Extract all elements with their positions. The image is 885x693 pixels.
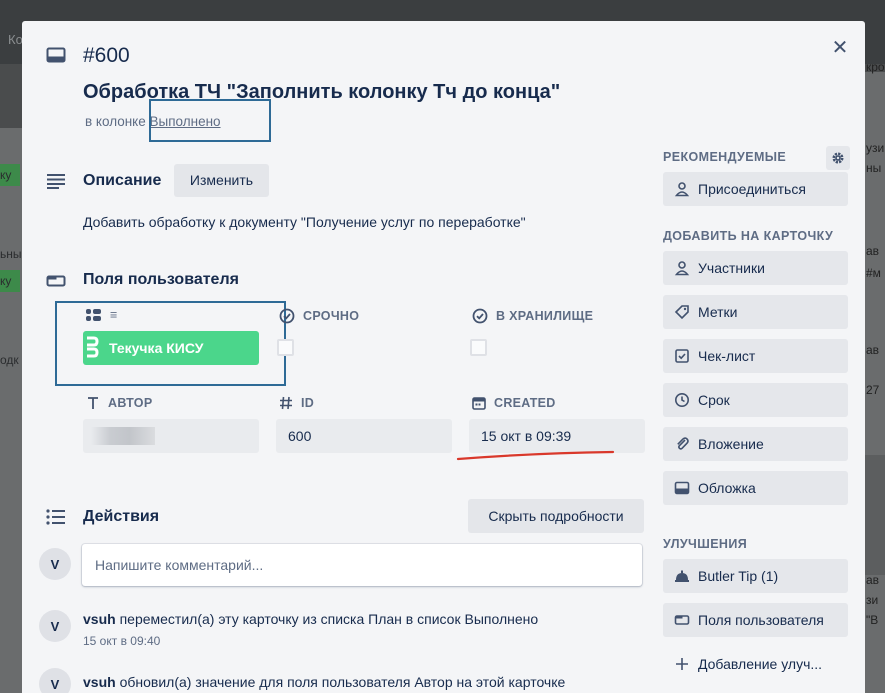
highlight-box	[149, 99, 271, 142]
background-fragment: ку	[0, 168, 12, 182]
card-detail-modal: ✕ #600 Обработка ТЧ "Заполнить колонку Т…	[22, 21, 865, 693]
text-icon	[88, 397, 98, 409]
background-fragment: ав	[866, 573, 880, 587]
background-fragment: узи	[866, 141, 885, 155]
butler-tip-button[interactable]: Butler Tip (1)	[663, 559, 848, 593]
tag-icon	[674, 305, 689, 320]
card-number: #600	[83, 44, 130, 67]
activity-text: переместил(а) эту карточку из списка Пла…	[119, 611, 539, 627]
custom-fields-title: Поля пользователя	[83, 271, 239, 288]
butler-bell-icon	[675, 570, 689, 582]
background-fragment: ку	[0, 274, 12, 288]
plus-icon	[676, 658, 688, 670]
clock-icon	[675, 393, 689, 407]
background-fragment: ьны	[0, 247, 22, 261]
activity-icon	[46, 509, 65, 525]
attachment-button[interactable]: Вложение	[663, 427, 848, 461]
activity-text: обновил(а) значение для поля пользовател…	[119, 674, 566, 690]
board-header-label: Ко	[8, 32, 23, 47]
custom-fields-button[interactable]: Поля пользователя	[663, 603, 848, 637]
members-button[interactable]: Участники	[663, 251, 848, 285]
author-field-input[interactable]	[83, 419, 259, 453]
checklist-icon	[675, 349, 689, 363]
id-field-input[interactable]: 600	[276, 419, 452, 453]
background-fragment: ав	[866, 244, 880, 258]
highlight-box	[55, 301, 286, 386]
urgent-field-label: СРОЧНО	[279, 308, 359, 324]
gear-icon[interactable]	[826, 146, 850, 170]
paperclip-icon	[677, 437, 689, 450]
comment-input[interactable]: Напишите комментарий...	[82, 544, 642, 586]
activity-time[interactable]: 15 окт в 09:40	[83, 634, 160, 648]
calendar-icon	[472, 397, 486, 410]
redacted-value	[91, 427, 155, 445]
background-fragment: ав	[866, 343, 880, 357]
id-field-label: ID	[279, 396, 314, 410]
activity-title: Действия	[83, 508, 160, 525]
avatar[interactable]: V	[39, 610, 71, 642]
background-fragment: кроп	[866, 60, 885, 74]
labels-button[interactable]: Метки	[663, 295, 848, 329]
activity-user[interactable]: vsuh	[83, 611, 116, 627]
close-icon[interactable]: ✕	[828, 36, 852, 60]
avatar[interactable]: V	[39, 548, 71, 580]
background-fragment: одк	[0, 353, 19, 367]
add-powerup-button[interactable]: Добавление улуч...	[663, 647, 848, 681]
background-list-left	[0, 128, 22, 693]
avatar[interactable]: V	[39, 668, 71, 693]
add-to-card-heading: ДОБАВИТЬ НА КАРТОЧКУ	[663, 229, 834, 243]
cover-button[interactable]: Обложка	[663, 471, 848, 505]
background-fragment: #м	[866, 266, 881, 280]
checklist-button[interactable]: Чек-лист	[663, 339, 848, 373]
join-button[interactable]: Присоединиться	[663, 172, 848, 206]
background-fragment: зи	[866, 593, 879, 607]
red-underline-annotation	[456, 450, 615, 461]
suggested-heading: РЕКОМЕНДУЕМЫЕ	[663, 150, 787, 164]
author-field-label: АВТОР	[86, 396, 152, 410]
check-circle-icon	[279, 308, 295, 324]
due-date-button[interactable]: Срок	[663, 383, 848, 417]
custom-fields-icon	[46, 275, 66, 287]
hash-icon	[280, 396, 292, 410]
custom-fields-icon	[674, 615, 690, 625]
person-icon	[674, 261, 690, 276]
background-fragment: "В	[866, 613, 879, 627]
card-icon	[46, 47, 66, 63]
in-list-prefix: в колонке	[85, 114, 146, 129]
description-text[interactable]: Добавить обработку к документу "Получени…	[83, 214, 526, 230]
storage-field-label: В ХРАНИЛИЩЕ	[472, 308, 593, 324]
created-field-input[interactable]: 15 окт в 09:39	[469, 419, 645, 453]
description-title: Описание	[83, 172, 162, 189]
person-icon	[674, 182, 690, 197]
cover-icon	[674, 481, 690, 495]
edit-description-button[interactable]: Изменить	[174, 164, 269, 197]
created-field-label: CREATED	[472, 396, 556, 410]
background-fragment: 27	[866, 383, 880, 397]
description-icon	[47, 174, 65, 189]
check-circle-icon	[472, 308, 488, 324]
background-card-image	[865, 455, 885, 575]
toggle-details-button[interactable]: Скрыть подробности	[468, 499, 644, 533]
activity-item: vsuh обновил(а) значение для поля пользо…	[83, 674, 565, 690]
activity-user[interactable]: vsuh	[83, 674, 116, 690]
background-fragment: ны	[866, 161, 882, 175]
powerups-heading: УЛУЧШЕНИЯ	[663, 537, 748, 551]
urgent-checkbox[interactable]	[277, 339, 294, 356]
storage-checkbox[interactable]	[470, 339, 487, 356]
activity-item: vsuh переместил(а) эту карточку из списк…	[83, 611, 538, 627]
